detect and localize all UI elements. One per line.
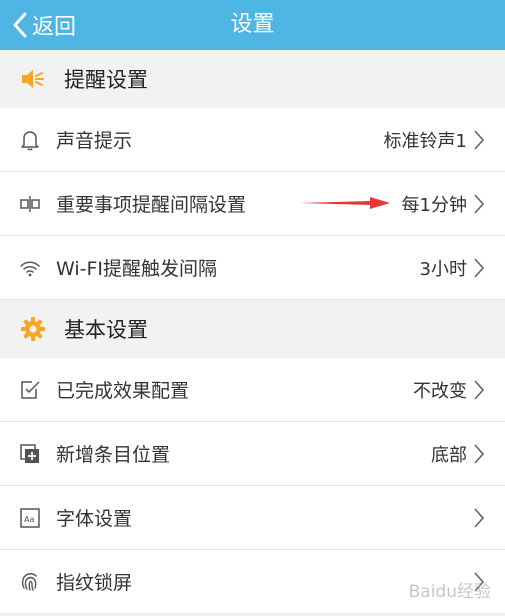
row-completed-effect[interactable]: 已完成效果配置 不改变 bbox=[0, 358, 505, 422]
chevron-right-icon bbox=[473, 192, 487, 216]
chevron-right-icon bbox=[473, 128, 487, 152]
row-value: 3小时 bbox=[419, 258, 467, 280]
interval-icon bbox=[18, 192, 42, 216]
bell-icon bbox=[18, 128, 42, 152]
row-label: 声音提示 bbox=[56, 130, 133, 152]
row-sound-alert[interactable]: 声音提示 标准铃声1 bbox=[0, 108, 505, 172]
watermark: Baidu经验 bbox=[408, 582, 491, 602]
row-wifi-interval[interactable]: Wi-FI提醒触发间隔 3小时 bbox=[0, 236, 505, 300]
wifi-icon bbox=[18, 256, 42, 280]
row-label: 字体设置 bbox=[56, 508, 133, 530]
chevron-right-icon bbox=[473, 506, 487, 530]
row-label: 新增条目位置 bbox=[56, 444, 171, 466]
svg-text:Aa: Aa bbox=[24, 515, 34, 524]
row-label: Wi-FI提醒触发间隔 bbox=[56, 258, 218, 280]
page-title: 设置 bbox=[230, 12, 275, 37]
chevron-right-icon bbox=[473, 442, 487, 466]
chevron-right-icon bbox=[473, 256, 487, 280]
section-title: 基本设置 bbox=[64, 318, 148, 342]
row-font-settings[interactable]: Aa 字体设置 bbox=[0, 486, 505, 550]
section-basic-settings: 基本设置 bbox=[0, 300, 505, 358]
row-value: 底部 bbox=[431, 444, 467, 466]
add-item-icon bbox=[18, 442, 42, 466]
font-icon: Aa bbox=[18, 506, 42, 530]
checkbox-icon bbox=[18, 378, 42, 402]
gear-icon bbox=[20, 316, 46, 342]
nav-header: 返回 设置 bbox=[0, 0, 505, 50]
row-value: 不改变 bbox=[413, 380, 467, 402]
row-new-item-position[interactable]: 新增条目位置 底部 bbox=[0, 422, 505, 486]
row-important-interval[interactable]: 重要事项提醒间隔设置 每1分钟 bbox=[0, 172, 505, 236]
fingerprint-icon bbox=[18, 570, 42, 594]
row-label: 已完成效果配置 bbox=[56, 380, 190, 402]
row-value: 每1分钟 bbox=[401, 194, 467, 216]
section-title: 提醒设置 bbox=[64, 68, 148, 92]
row-label: 指纹锁屏 bbox=[56, 572, 133, 594]
speaker-icon bbox=[20, 66, 46, 92]
chevron-right-icon bbox=[473, 378, 487, 402]
row-value: 标准铃声1 bbox=[383, 130, 467, 152]
row-label: 重要事项提醒间隔设置 bbox=[56, 194, 247, 216]
section-reminder-settings: 提醒设置 bbox=[0, 50, 505, 108]
